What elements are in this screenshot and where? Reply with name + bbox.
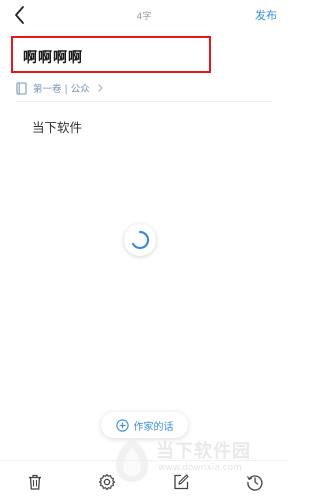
trash-icon[interactable] bbox=[26, 473, 44, 491]
volume-label: 第一卷 | 公众 bbox=[33, 84, 90, 95]
history-icon[interactable] bbox=[246, 473, 264, 491]
publish-button[interactable]: 发布 bbox=[255, 7, 277, 23]
author-note-button[interactable]: 作家的话 bbox=[101, 412, 188, 438]
loading-spinner bbox=[124, 224, 156, 256]
chapter-content[interactable]: 当下软件 bbox=[32, 117, 82, 136]
volume-selector[interactable]: 第一卷 | 公众 bbox=[16, 80, 104, 96]
edit-icon[interactable] bbox=[172, 473, 190, 491]
author-note-label: 作家的话 bbox=[133, 421, 174, 433]
loading-spinner-icon bbox=[132, 230, 150, 250]
chapter-title-highlight: 啊啊啊啊 bbox=[11, 36, 211, 73]
divider bbox=[16, 101, 272, 102]
gear-icon[interactable] bbox=[98, 473, 116, 491]
top-bar: 4字 发布 bbox=[0, 0, 288, 32]
plus-circle-icon bbox=[115, 418, 129, 432]
chapter-title-input[interactable]: 啊啊啊啊 bbox=[23, 47, 83, 67]
word-count: 4字 bbox=[136, 12, 152, 22]
chevron-right-icon bbox=[97, 84, 103, 92]
book-icon bbox=[16, 81, 27, 95]
bottom-toolbar bbox=[0, 460, 288, 500]
